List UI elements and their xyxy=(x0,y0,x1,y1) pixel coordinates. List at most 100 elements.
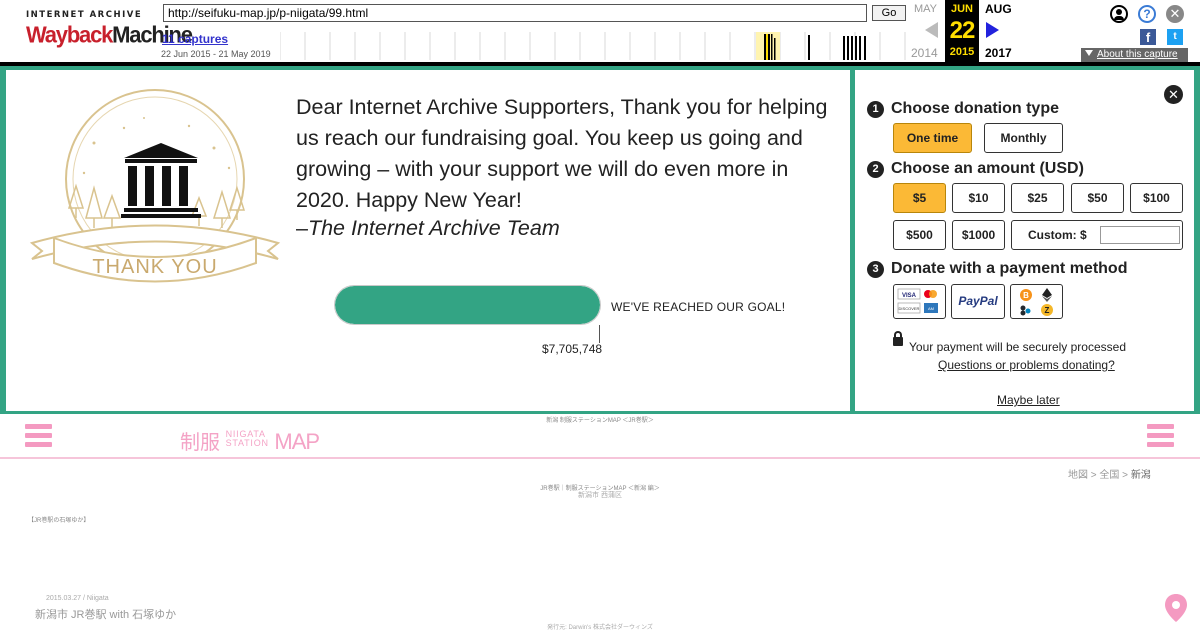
wayback-current-month: JUN xyxy=(950,3,973,15)
questions-link[interactable]: Questions or problems donating? xyxy=(938,358,1115,372)
wayback-date-range: 22 Jun 2015 - 21 May 2019 xyxy=(161,49,271,59)
wayback-go-button[interactable]: Go xyxy=(872,5,906,21)
credit-card-icons: VISA DISCOVER AM xyxy=(897,288,938,314)
custom-amount-input[interactable] xyxy=(1100,226,1180,244)
map-pin-icon[interactable] xyxy=(1164,593,1188,623)
crumb-all-link[interactable]: 全国 xyxy=(1099,470,1119,481)
site-footer: 発行元: Darwin's 株式会社ダーウィンズ xyxy=(547,625,653,630)
amount-1000-button[interactable]: $1000 xyxy=(952,220,1005,250)
svg-text:AM: AM xyxy=(928,306,934,311)
donation-message-panel: THANK YOU Dear Internet Archive Supporte… xyxy=(6,70,850,411)
step-label: Donate with a payment method xyxy=(891,260,1128,277)
donation-form-panel: ✕ 1 Choose donation type One time Monthly… xyxy=(855,70,1194,411)
next-capture-arrow-icon[interactable] xyxy=(986,22,999,38)
site-logo-station: STATION xyxy=(225,438,269,448)
step-number: 1 xyxy=(867,101,884,118)
signature-dash: – xyxy=(296,216,308,240)
amount-5-button[interactable]: $5 xyxy=(893,183,946,213)
tree-icons xyxy=(67,183,246,228)
step-label: Choose donation type xyxy=(891,100,1059,117)
site-header-breadcrumb: 新潟 制服ステーションMAP ＜JR巻駅＞ xyxy=(546,418,654,424)
wayback-current-day: 22 xyxy=(949,17,976,44)
amount-100-button[interactable]: $100 xyxy=(1130,183,1183,213)
wayback-toolbar: INTERNET ARCHIVE WaybackMachine http://s… xyxy=(0,0,1200,66)
svg-text:VISA: VISA xyxy=(902,293,917,299)
crypto-icons: B Z xyxy=(1020,288,1053,316)
step-payment: 3 Donate with a payment method xyxy=(867,260,1127,278)
wayback-next-month[interactable]: AUG xyxy=(985,2,1012,16)
post-date: 2015.03.27 / Niigata xyxy=(46,595,109,602)
step-number: 3 xyxy=(867,261,884,278)
site-breadcrumb: 地図 > 全国 > 新潟 xyxy=(1068,466,1151,481)
step-donation-type: 1 Choose donation type xyxy=(867,100,1059,118)
amount-raised: $7,705,748 xyxy=(542,342,603,356)
amount-50-button[interactable]: $50 xyxy=(1071,183,1124,213)
paypal-label: PayPal xyxy=(958,294,998,308)
one-time-button[interactable]: One time xyxy=(893,123,972,153)
sparkline-selected-capture xyxy=(766,34,768,60)
twitter-icon[interactable]: t xyxy=(1167,29,1183,45)
maybe-later-link[interactable]: Maybe later xyxy=(997,393,1060,407)
thank-you-illustration: THANK YOU xyxy=(29,89,281,283)
page-root: INTERNET ARCHIVE WaybackMachine http://s… xyxy=(0,0,1200,630)
svg-text:B: B xyxy=(1023,291,1029,300)
wayback-logo-wayback: Wayback xyxy=(26,21,113,48)
step-label: Choose an amount (USD) xyxy=(891,160,1084,177)
credit-card-button[interactable]: VISA DISCOVER AM xyxy=(893,284,946,319)
help-icon[interactable]: ? xyxy=(1138,5,1156,23)
custom-amount-field[interactable]: Custom: $ xyxy=(1011,220,1183,250)
archive-building-icon xyxy=(121,143,201,218)
amount-25-button[interactable]: $25 xyxy=(1011,183,1064,213)
lock-icon xyxy=(893,331,903,346)
menu-icon[interactable] xyxy=(25,424,52,448)
wayback-current-capture: JUN 22 2015 xyxy=(945,0,979,62)
donation-message: Dear Internet Archive Supporters, Thank … xyxy=(296,95,828,212)
svg-text:Z: Z xyxy=(1045,306,1050,315)
paypal-icon: PayPal xyxy=(952,285,1004,318)
about-capture-button[interactable]: About this capture xyxy=(1081,48,1188,62)
monthly-button[interactable]: Monthly xyxy=(984,123,1063,153)
secure-payment-note: Your payment will be securely processed xyxy=(909,340,1127,354)
station-district: 新潟市 西蒲区 xyxy=(578,492,622,499)
wayback-logo-caption: INTERNET ARCHIVE xyxy=(26,10,143,20)
custom-amount-label: Custom: $ xyxy=(1028,228,1087,242)
wayback-prev-year[interactable]: 2014 xyxy=(911,46,938,60)
crumb-separator: > xyxy=(1119,470,1131,481)
close-icon[interactable]: ✕ xyxy=(1164,85,1183,104)
amount-10-button[interactable]: $10 xyxy=(952,183,1005,213)
signature-name: The Internet Archive Team xyxy=(307,216,560,240)
crumb-current: 新潟 xyxy=(1130,470,1151,481)
crumb-separator: > xyxy=(1088,470,1100,481)
site-logo-kanji: 制服 xyxy=(180,432,220,454)
close-toolbar-icon[interactable]: ✕ xyxy=(1166,5,1184,23)
post-title[interactable]: 新潟市 JR巻駅 with 石塚ゆか xyxy=(35,606,176,622)
goal-reached-label: WE'VE REACHED OUR GOAL! xyxy=(611,300,786,314)
wayback-url-input[interactable]: http://seifuku-map.jp/p-niigata/99.html xyxy=(163,4,867,22)
wayback-next-year[interactable]: 2017 xyxy=(985,46,1012,60)
photo-tag: 【JR巻駅の石塚ゆか】 xyxy=(28,518,90,524)
site-logo-map: MAP xyxy=(274,429,320,454)
crypto-button[interactable]: B Z xyxy=(1010,284,1063,319)
menu-icon-right[interactable] xyxy=(1147,424,1174,448)
header-divider xyxy=(0,457,1200,459)
user-icon[interactable] xyxy=(1110,5,1128,23)
fundraising-progress-fill xyxy=(335,286,600,324)
goal-marker xyxy=(599,325,600,343)
step-number: 2 xyxy=(867,161,884,178)
thank-you-text: THANK YOU xyxy=(92,256,217,278)
wayback-capture-sparkline[interactable] xyxy=(280,32,906,60)
amount-500-button[interactable]: $500 xyxy=(893,220,946,250)
wayback-captures-link[interactable]: 11 captures xyxy=(162,32,228,46)
fundraising-progress-bar xyxy=(334,285,601,325)
prev-capture-arrow-icon[interactable] xyxy=(925,22,938,38)
sparkline-year-dividers xyxy=(280,32,906,60)
crumb-map-link[interactable]: 地図 xyxy=(1068,470,1088,481)
paypal-button[interactable]: PayPal xyxy=(951,284,1005,319)
facebook-icon[interactable]: f xyxy=(1140,29,1156,45)
svg-text:DISCOVER: DISCOVER xyxy=(899,306,920,311)
wayback-prev-month[interactable]: MAY xyxy=(914,3,937,15)
step-amount: 2 Choose an amount (USD) xyxy=(867,160,1084,178)
donation-banner: THANK YOU Dear Internet Archive Supporte… xyxy=(0,66,1200,414)
site-logo[interactable]: 制服 NIIGATA STATION MAP xyxy=(180,426,320,455)
donation-signature: –The Internet Archive Team xyxy=(296,216,560,241)
